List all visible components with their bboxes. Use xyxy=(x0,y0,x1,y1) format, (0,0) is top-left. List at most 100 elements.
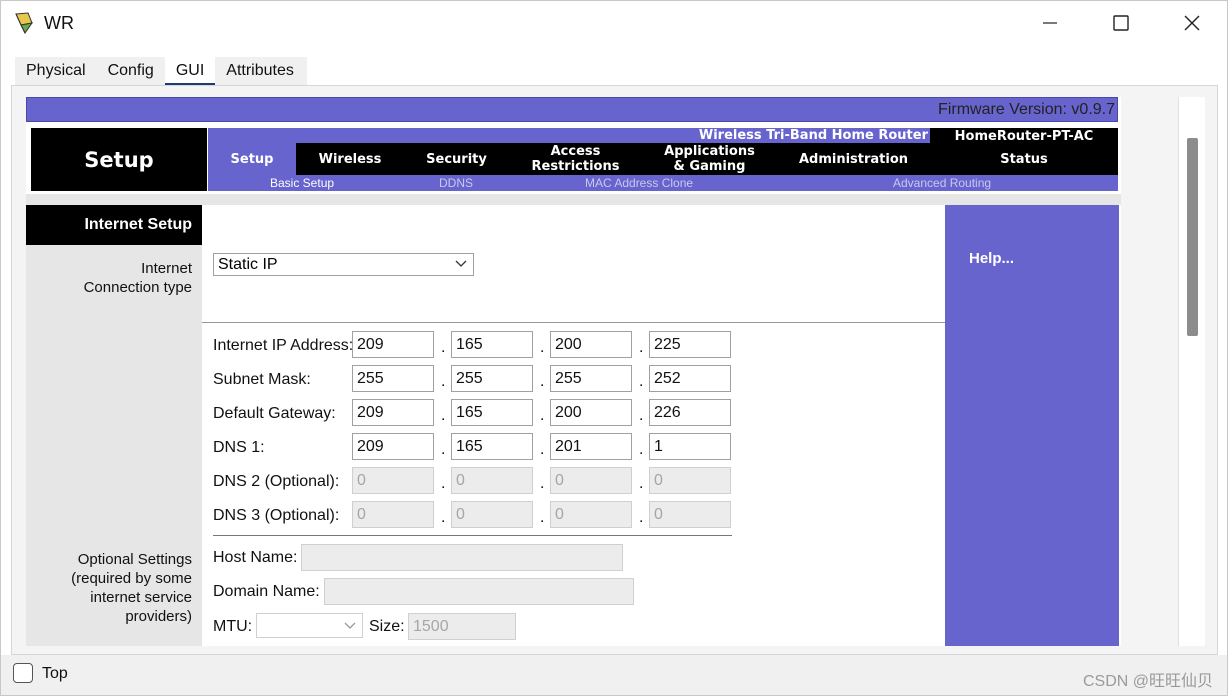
window-title: WR xyxy=(44,13,74,33)
left-label-column: Internet Setup Internet Connection type … xyxy=(26,205,202,646)
dns2-dot-3: . xyxy=(639,475,644,492)
dns3-octet-4[interactable]: 0 xyxy=(649,501,731,528)
chevron-down-icon xyxy=(455,260,467,267)
internet-setup-heading: Internet Setup xyxy=(26,205,202,245)
nav-administration[interactable]: Administration xyxy=(777,143,930,175)
ip-address-label: Internet IP Address: xyxy=(213,337,354,354)
ip-octet-1[interactable]: 209 xyxy=(352,331,434,358)
optional-settings-label-1: Optional Settings xyxy=(77,551,192,568)
firmware-bar: Firmware Version: v0.9.7 xyxy=(26,97,1118,122)
connection-type-select[interactable]: Static IP xyxy=(213,253,474,276)
dns3-dot-2: . xyxy=(540,509,545,526)
ip-octet-2[interactable]: 165 xyxy=(451,331,533,358)
nav-applications-gaming[interactable]: Applications & Gaming xyxy=(642,143,777,175)
minimize-button[interactable] xyxy=(1015,1,1085,45)
dns1-dot-1: . xyxy=(441,441,446,458)
domain-name-label: Domain Name: xyxy=(213,583,320,600)
dns2-octet-3[interactable]: 0 xyxy=(550,467,632,494)
nav-access-restrictions[interactable]: Access Restrictions xyxy=(509,143,642,175)
tab-attributes[interactable]: Attributes xyxy=(215,57,305,85)
ip-dot-3: . xyxy=(639,339,644,356)
conn-type-label-1: Internet xyxy=(141,260,192,277)
domain-name-field[interactable] xyxy=(324,578,634,605)
dns3-octet-1[interactable]: 0 xyxy=(352,501,434,528)
dns1-octet-3[interactable]: 201 xyxy=(550,433,632,460)
tab-gui[interactable]: GUI xyxy=(164,57,216,86)
router-app-icon xyxy=(15,12,34,34)
size-label: Size: xyxy=(369,618,405,635)
gateway-octet-2[interactable]: 165 xyxy=(451,399,533,426)
fields-divider xyxy=(213,535,732,536)
dns1-octet-4[interactable]: 1 xyxy=(649,433,731,460)
sub-nav: Basic Setup DDNS MAC Address Clone Advan… xyxy=(208,175,1118,191)
subnav-mac-address-clone[interactable]: MAC Address Clone xyxy=(585,176,693,190)
vertical-scrollbar[interactable] xyxy=(1178,97,1205,646)
dns3-label: DNS 3 (Optional): xyxy=(213,507,340,524)
connection-type-value: Static IP xyxy=(218,256,278,273)
gateway-dot-3: . xyxy=(639,407,644,424)
nav-setup[interactable]: Setup xyxy=(208,143,296,175)
host-name-field[interactable] xyxy=(301,544,623,571)
model-bar: Wireless Tri-Band Home Router xyxy=(208,128,930,143)
top-checkbox-label: Top xyxy=(42,665,68,682)
dns3-octet-2[interactable]: 0 xyxy=(451,501,533,528)
maximize-icon xyxy=(1113,15,1129,31)
ip-octet-4[interactable]: 225 xyxy=(649,331,731,358)
subnet-mask-label: Subnet Mask: xyxy=(213,371,311,388)
dns2-octet-2[interactable]: 0 xyxy=(451,467,533,494)
gateway-dot-2: . xyxy=(540,407,545,424)
tab-config[interactable]: Config xyxy=(97,57,165,85)
dns1-octet-1[interactable]: 209 xyxy=(352,433,434,460)
mtu-select[interactable] xyxy=(256,613,363,638)
mask-octet-3[interactable]: 255 xyxy=(550,365,632,392)
nav-security[interactable]: Security xyxy=(404,143,509,175)
watermark: CSDN @旺旺仙贝 xyxy=(1082,673,1213,690)
gateway-octet-1[interactable]: 209 xyxy=(352,399,434,426)
conn-type-label-2: Connection type xyxy=(83,279,192,296)
scrollbar-thumb[interactable] xyxy=(1187,138,1198,336)
gateway-octet-4[interactable]: 226 xyxy=(649,399,731,426)
default-gateway-label: Default Gateway: xyxy=(213,405,336,422)
ip-octet-3[interactable]: 200 xyxy=(550,331,632,358)
nav-status[interactable]: Status xyxy=(930,143,1118,175)
top-checkbox[interactable] xyxy=(13,663,33,683)
nav-wireless[interactable]: Wireless xyxy=(296,143,404,175)
maximize-button[interactable] xyxy=(1086,1,1156,45)
optional-settings-label-4: providers) xyxy=(125,608,192,625)
subnav-ddns[interactable]: DDNS xyxy=(439,176,473,190)
dns3-dot-1: . xyxy=(441,509,446,526)
mask-dot-1: . xyxy=(441,373,446,390)
subnav-basic-setup[interactable]: Basic Setup xyxy=(270,176,334,190)
dns3-dot-3: . xyxy=(639,509,644,526)
dns2-octet-1[interactable]: 0 xyxy=(352,467,434,494)
router-web-page: Firmware Version: v0.9.7 Setup Wireless … xyxy=(26,97,1121,646)
dns2-octet-4[interactable]: 0 xyxy=(649,467,731,494)
section-title: Setup xyxy=(31,128,207,191)
mtu-size-field[interactable]: 1500 xyxy=(408,613,516,640)
mtu-label: MTU: xyxy=(213,618,253,635)
close-icon xyxy=(1184,15,1200,31)
close-button[interactable] xyxy=(1157,1,1227,45)
dns2-dot-2: . xyxy=(540,475,545,492)
title-bar: WR xyxy=(1,1,1227,45)
mask-octet-2[interactable]: 255 xyxy=(451,365,533,392)
dns1-label: DNS 1: xyxy=(213,439,265,456)
mask-octet-4[interactable]: 252 xyxy=(649,365,731,392)
router-window: WR Physical Config GUI Attributes Firmwa… xyxy=(0,0,1228,696)
dns2-dot-1: . xyxy=(441,475,446,492)
dns1-octet-2[interactable]: 165 xyxy=(451,433,533,460)
help-panel: Help... xyxy=(945,205,1119,646)
optional-settings-label-3: internet service xyxy=(90,589,192,606)
host-name-label: Host Name: xyxy=(213,549,298,566)
gateway-octet-3[interactable]: 200 xyxy=(550,399,632,426)
page-header: Setup Wireless Tri-Band Home Router Home… xyxy=(26,124,1121,194)
subnav-advanced-routing[interactable]: Advanced Routing xyxy=(893,176,991,190)
tab-physical[interactable]: Physical xyxy=(15,57,97,85)
help-link[interactable]: Help... xyxy=(969,250,1014,267)
minimize-icon xyxy=(1043,22,1057,24)
mask-octet-1[interactable]: 255 xyxy=(352,365,434,392)
section-divider xyxy=(202,322,945,323)
dns1-dot-3: . xyxy=(639,441,644,458)
dns3-octet-3[interactable]: 0 xyxy=(550,501,632,528)
device-tabs: Physical Config GUI Attributes xyxy=(15,57,307,86)
